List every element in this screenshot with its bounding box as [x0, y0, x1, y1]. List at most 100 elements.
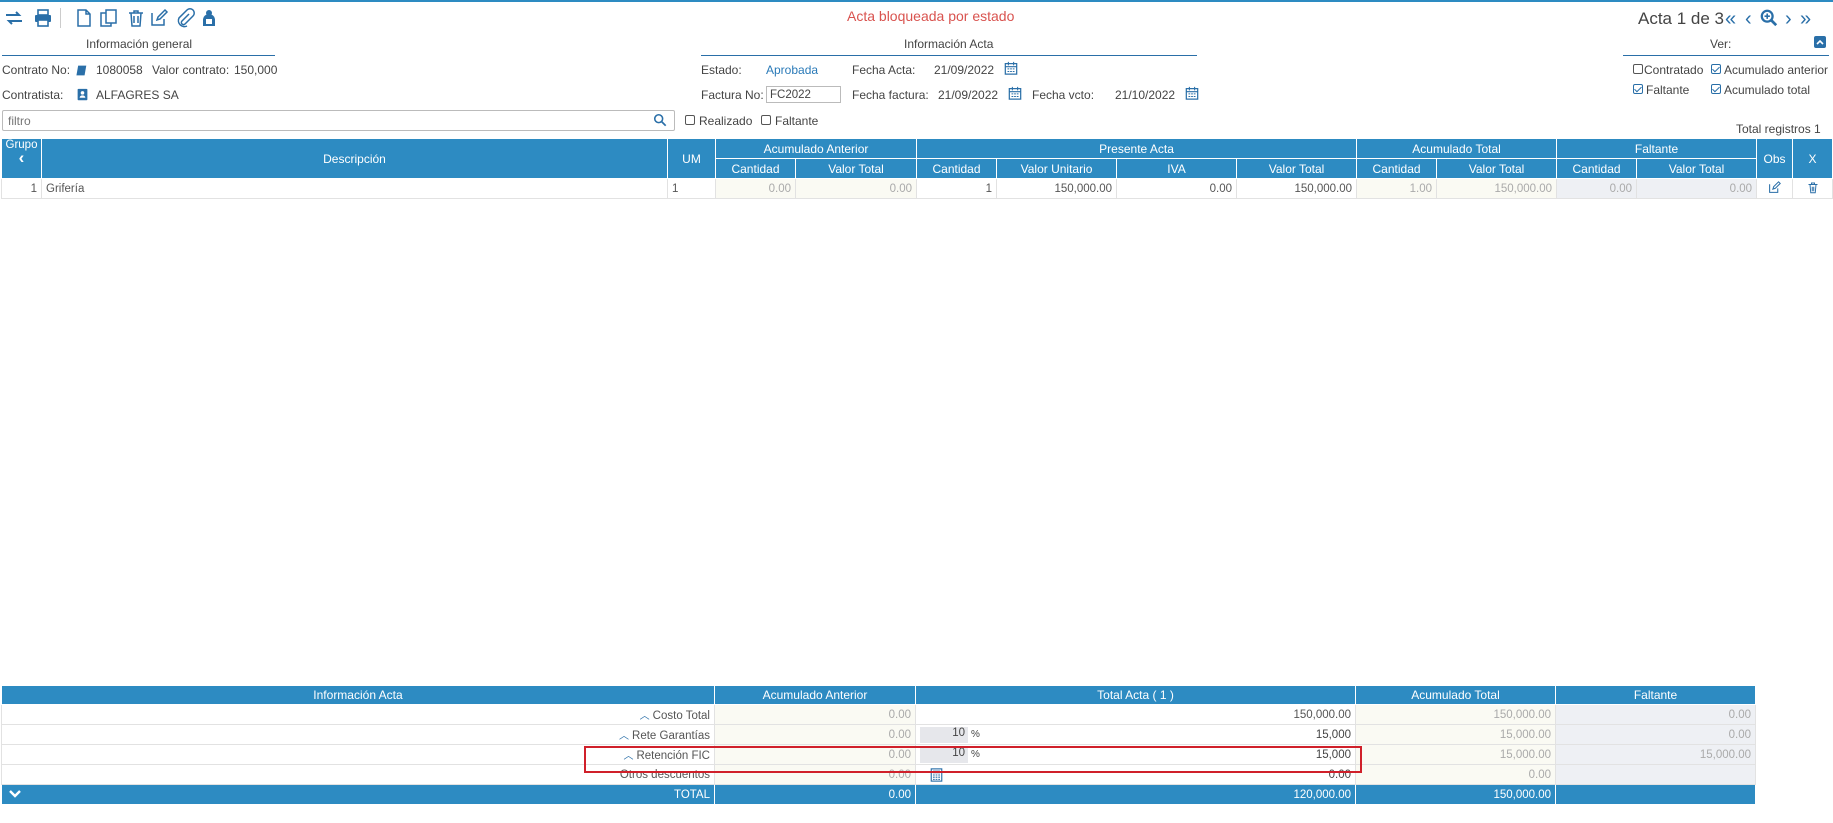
trash-icon[interactable]	[1807, 181, 1819, 194]
valor-contrato-value: 150,000	[234, 63, 278, 77]
user-lock-icon[interactable]	[199, 8, 219, 28]
ver-acumulado-total-checkbox[interactable]	[1711, 84, 1721, 94]
chevron-up-icon[interactable]: ︿	[640, 711, 650, 722]
summary-table: Información Acta Acumulado Anterior Tota…	[1, 685, 1756, 805]
summary-at-value: 150,000.00	[1355, 704, 1556, 725]
copy-icon[interactable]	[99, 8, 119, 28]
total-registros: Total registros 1	[1736, 122, 1821, 136]
summary-f-value: 0.00	[1555, 724, 1756, 745]
edit-icon[interactable]	[149, 8, 169, 28]
cell-pa-cantidad[interactable]: 1	[916, 178, 998, 199]
ver-contratado-label: Contratado	[1644, 63, 1704, 77]
summary-row-costo-total: ︿ Costo Total 0.00 150,000.00 150,000.00 …	[1, 704, 1756, 725]
zoom-search-icon[interactable]	[1760, 9, 1778, 27]
col-pa-cantidad-header[interactable]: Cantidad	[916, 158, 998, 179]
contratista-value: ALFAGRES SA	[96, 88, 179, 102]
col-um-header[interactable]: UM	[667, 138, 716, 179]
ver-faltante-checkbox[interactable]	[1633, 84, 1643, 94]
faltante-filter-checkbox[interactable]	[761, 115, 771, 125]
cell-delete[interactable]	[1792, 178, 1833, 199]
search-icon[interactable]	[653, 113, 667, 127]
summary-aa-header: Acumulado Anterior	[714, 685, 916, 705]
col-aa-valor-total-header[interactable]: Valor Total	[794, 158, 918, 179]
collapse-up-icon[interactable]	[1814, 36, 1826, 48]
valor-contrato-label: Valor contrato:	[152, 63, 230, 77]
swap-icon[interactable]	[4, 8, 24, 28]
col-pa-iva-header[interactable]: IVA	[1116, 158, 1238, 179]
summary-aa-value: 0.00	[714, 704, 916, 725]
col-f-cantidad-header[interactable]: Cantidad	[1556, 158, 1638, 179]
pager-label: Acta 1 de 3	[1638, 9, 1725, 28]
calendar-icon[interactable]	[1185, 86, 1199, 100]
summary-label-cell[interactable]: ︿ Rete Garantías	[1, 724, 715, 745]
estado-value: Aprobada	[766, 63, 819, 77]
table-row[interactable]: 1 Grifería 1 0.00 0.00 1 150,000.00 0.00…	[1, 178, 1833, 199]
print-icon[interactable]	[33, 8, 53, 28]
summary-ta-cell: 10 % 15,000	[915, 724, 1356, 745]
contratista-label: Contratista:	[2, 88, 64, 102]
ver-contratado-checkbox[interactable]	[1633, 64, 1643, 74]
items-grid: Grupo ‹ Descripción UM Acumulado Anterio…	[1, 138, 1833, 199]
attachment-icon[interactable]	[175, 8, 195, 28]
col-f-valor-total-header[interactable]: Valor Total	[1636, 158, 1758, 179]
cell-obs[interactable]	[1756, 178, 1794, 199]
fecha-vcto-label: Fecha vcto:	[1032, 88, 1095, 102]
filter-input[interactable]	[2, 110, 675, 131]
ver-acumulado-anterior-label: Acumulado anterior	[1724, 63, 1829, 77]
cell-um: 1	[667, 178, 716, 199]
group-acum-anterior-header: Acumulado Anterior	[714, 138, 918, 159]
general-section-title: Información general	[86, 37, 193, 51]
calendar-icon[interactable]	[1004, 61, 1018, 75]
summary-total-label: TOTAL	[674, 788, 710, 801]
ver-acumulado-anterior-checkbox[interactable]	[1711, 64, 1721, 74]
col-x-header: X	[1792, 138, 1833, 179]
ver-title: Ver:	[1710, 37, 1732, 51]
cell-pa-valor-total: 150,000.00	[1236, 178, 1358, 199]
acta-section-title: Información Acta	[904, 37, 994, 51]
calendar-icon[interactable]	[1008, 86, 1022, 100]
first-page-icon[interactable]: «	[1725, 8, 1736, 31]
col-at-valor-total-header[interactable]: Valor Total	[1436, 158, 1558, 179]
summary-total-f	[1555, 784, 1756, 805]
fecha-acta-value: 21/09/2022	[934, 63, 995, 77]
trash-icon[interactable]	[126, 8, 146, 28]
faltante-filter-label: Faltante	[775, 114, 819, 128]
col-aa-cantidad-header[interactable]: Cantidad	[715, 158, 796, 179]
col-pa-valor-total-header[interactable]: Valor Total	[1236, 158, 1358, 179]
summary-aa-value: 0.00	[714, 724, 916, 745]
summary-label: Costo Total	[652, 710, 710, 722]
chevron-left-icon[interactable]: ‹	[2, 149, 41, 166]
cell-pa-iva[interactable]: 0.00	[1116, 178, 1238, 199]
cell-at-cantidad: 1.00	[1356, 178, 1438, 199]
col-at-cantidad-header[interactable]: Cantidad	[1356, 158, 1438, 179]
cell-aa-valor-total: 0.00	[794, 178, 918, 199]
chevron-down-icon[interactable]	[8, 787, 22, 801]
summary-total-aa: 0.00	[714, 784, 916, 805]
ver-acumulado-total-label: Acumulado total	[1724, 83, 1811, 97]
col-descripcion-header[interactable]: Descripción	[41, 138, 668, 179]
cell-pa-valor-unitario[interactable]: 150,000.00	[996, 178, 1118, 199]
group-presente-header: Presente Acta	[916, 138, 1358, 159]
summary-label-cell[interactable]: ︿ Costo Total	[1, 704, 715, 725]
fecha-acta-label: Fecha Acta:	[852, 63, 916, 77]
group-faltante-header: Faltante	[1556, 138, 1758, 159]
realizado-checkbox[interactable]	[685, 115, 695, 125]
factura-label: Factura No:	[701, 88, 764, 102]
edit-obs-icon[interactable]	[1768, 180, 1781, 194]
factura-input[interactable]	[766, 86, 841, 103]
fecha-factura-value: 21/09/2022	[938, 88, 999, 102]
estado-label: Estado:	[701, 63, 742, 77]
col-grupo-header[interactable]: Grupo ‹	[1, 138, 42, 179]
summary-f-value: 15,000.00	[1555, 744, 1756, 765]
last-page-icon[interactable]: »	[1800, 8, 1811, 31]
next-page-icon[interactable]: ›	[1785, 8, 1792, 31]
percent-input[interactable]: 10	[920, 727, 968, 743]
cell-descripcion: Grifería	[41, 178, 668, 199]
new-document-icon[interactable]	[74, 8, 94, 28]
prev-page-icon[interactable]: ‹	[1745, 8, 1752, 31]
summary-total-ta: 120,000.00	[915, 784, 1356, 805]
contrato-value: 1080058	[96, 63, 143, 77]
chevron-up-icon[interactable]: ︿	[619, 731, 629, 742]
summary-faltante-header: Faltante	[1555, 685, 1756, 705]
col-pa-valor-unitario-header[interactable]: Valor Unitario	[996, 158, 1118, 179]
